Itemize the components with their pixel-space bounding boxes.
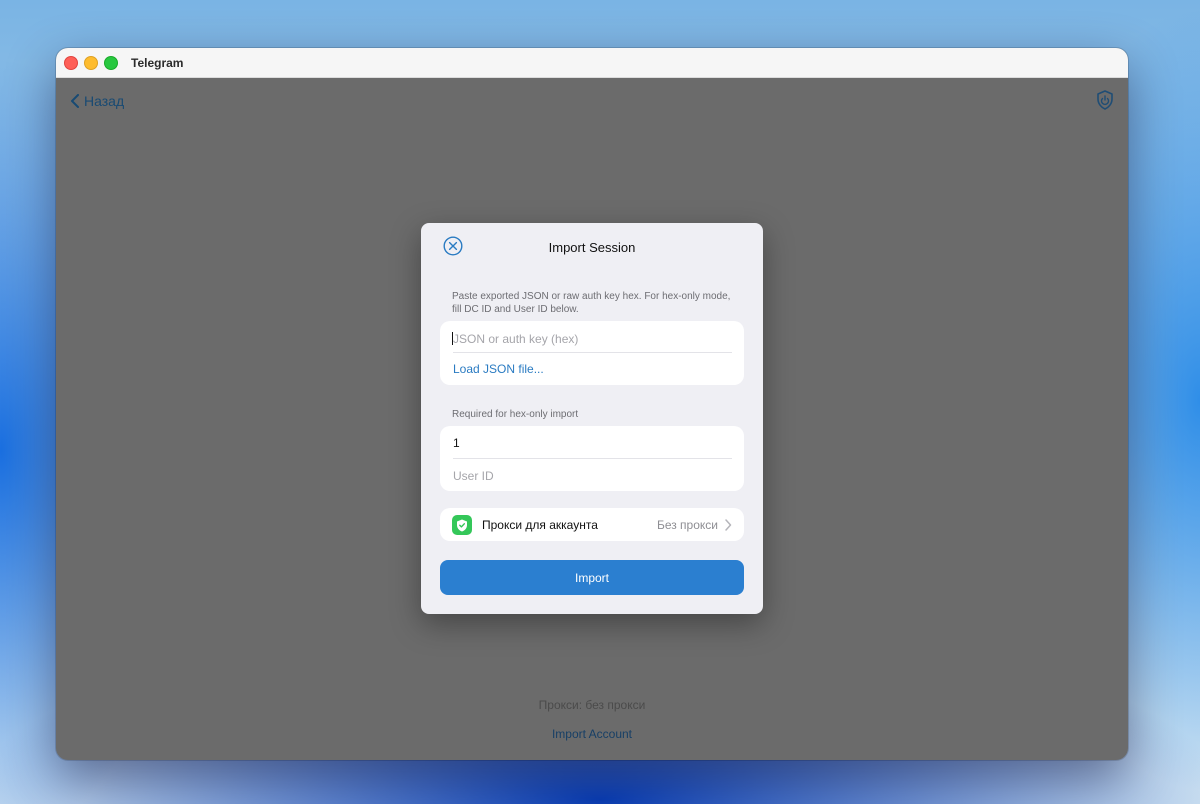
import-account-link[interactable]: Import Account: [56, 727, 1128, 741]
close-window-button[interactable]: [64, 56, 78, 70]
json-input-card: JSON or auth key (hex) Load JSON file...: [440, 321, 744, 385]
hex-fields-card: 1 User ID: [440, 426, 744, 491]
back-label: Назад: [84, 93, 125, 109]
import-session-dialog: Import Session Paste exported JSON or ra…: [421, 223, 763, 614]
import-button[interactable]: Import: [440, 560, 744, 595]
json-input[interactable]: JSON or auth key (hex): [453, 332, 578, 346]
chevron-right-icon: [725, 519, 732, 531]
dc-id-input[interactable]: 1: [453, 436, 460, 450]
proxy-value: Без прокси: [656, 518, 718, 532]
user-id-input[interactable]: User ID: [453, 469, 494, 483]
proxy-status-text: Прокси: без прокси: [538, 698, 646, 712]
dialog-hint: Paste exported JSON or raw auth key hex.…: [452, 291, 731, 315]
proxy-shield-icon: [452, 515, 472, 535]
proxy-row[interactable]: Прокси для аккаунта Без прокси: [440, 508, 744, 541]
dialog-title: Import Session: [548, 240, 636, 255]
title-bar: Telegram: [56, 48, 1128, 78]
divider: [453, 458, 732, 459]
minimize-window-button[interactable]: [84, 56, 98, 70]
divider: [453, 352, 732, 353]
zoom-window-button[interactable]: [104, 56, 118, 70]
back-button[interactable]: Назад: [70, 93, 124, 109]
load-json-file-button[interactable]: Load JSON file...: [453, 362, 544, 376]
chevron-left-icon: [71, 94, 79, 108]
shield-icon[interactable]: [1096, 90, 1114, 110]
hex-section-label: Required for hex-only import: [452, 409, 579, 420]
window-title: Telegram: [131, 56, 184, 70]
proxy-label: Прокси для аккаунта: [482, 518, 598, 532]
